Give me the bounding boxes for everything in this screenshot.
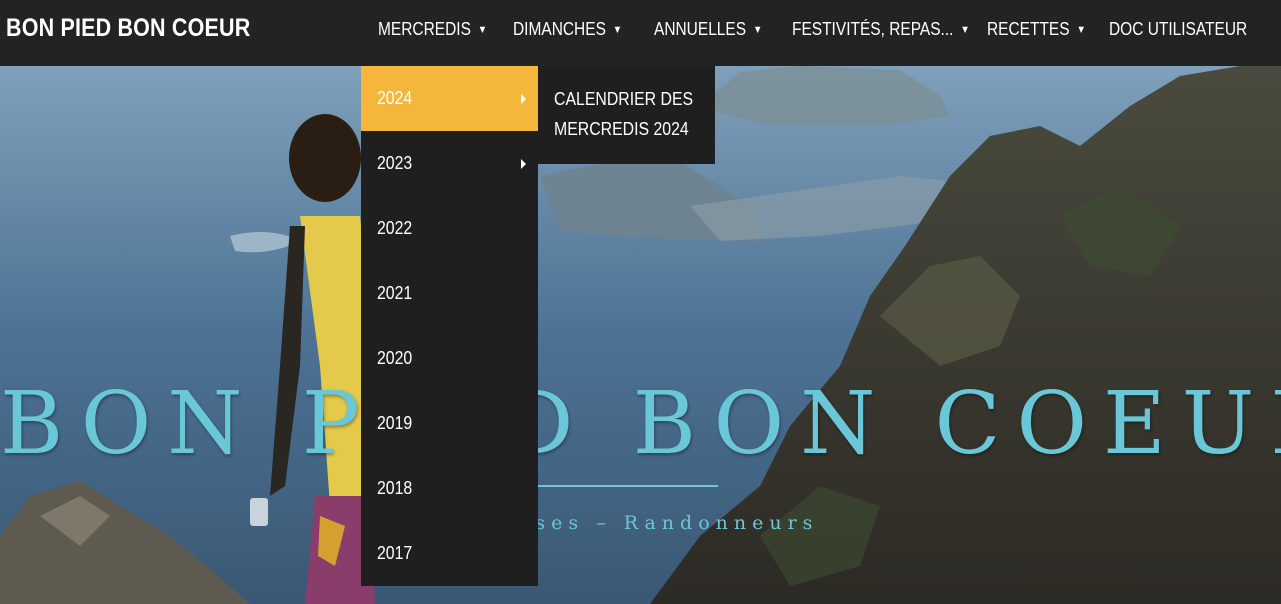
submenu-2024: CALENDRIER DES MERCREDIS 2024 bbox=[538, 66, 715, 164]
chevron-right-icon bbox=[521, 94, 526, 104]
menu-item-2022[interactable]: 2022 bbox=[361, 196, 538, 261]
menu-item-label: 2023 bbox=[377, 153, 413, 173]
hero-divider bbox=[534, 485, 718, 487]
nav-annuelles-label: ANNUELLES bbox=[654, 19, 747, 39]
chevron-down-icon: ▼ bbox=[477, 24, 488, 36]
chevron-down-icon: ▼ bbox=[612, 24, 623, 36]
menu-item-2020[interactable]: 2020 bbox=[361, 326, 538, 391]
menu-item-2021[interactable]: 2021 bbox=[361, 261, 538, 326]
nav-doc-utilisateur[interactable]: DOC UTILISATEUR bbox=[1109, 19, 1247, 40]
hero-title: BON PIED BON COEUR bbox=[0, 374, 1281, 474]
menu-item-label: 2017 bbox=[377, 543, 413, 563]
site-brand-link[interactable]: BON PIED BON COEUR bbox=[6, 14, 250, 43]
menu-item-label: 2021 bbox=[377, 283, 413, 303]
submenu-item-calendrier-2024[interactable]: CALENDRIER DES MERCREDIS 2024 bbox=[554, 84, 695, 144]
menu-item-label: 2020 bbox=[377, 348, 413, 368]
menu-item-2018[interactable]: 2018 bbox=[361, 456, 538, 521]
hero-subtitle: Randonneuses – Randonneurs bbox=[371, 512, 819, 534]
menu-item-2017[interactable]: 2017 bbox=[361, 521, 538, 586]
nav-recettes[interactable]: RECETTES ▼ bbox=[987, 19, 1086, 40]
menu-item-2024[interactable]: 2024 bbox=[361, 66, 538, 131]
mercredis-dropdown-menu: 2024 2023 2022 2021 2020 2019 2018 2017 bbox=[361, 66, 538, 586]
nav-mercredis-label: MERCREDIS bbox=[378, 19, 471, 39]
nav-doc-utilisateur-label: DOC UTILISATEUR bbox=[1109, 19, 1248, 39]
chevron-down-icon: ▼ bbox=[1076, 24, 1086, 36]
nav-mercredis[interactable]: MERCREDIS ▼ bbox=[378, 19, 487, 40]
menu-item-label: 2018 bbox=[377, 478, 413, 498]
nav-dimanches-label: DIMANCHES bbox=[513, 19, 606, 39]
nav-dimanches[interactable]: DIMANCHES ▼ bbox=[513, 19, 622, 40]
chevron-down-icon: ▼ bbox=[752, 24, 763, 36]
nav-annuelles[interactable]: ANNUELLES ▼ bbox=[654, 19, 762, 40]
menu-item-2023[interactable]: 2023 bbox=[361, 131, 538, 196]
menu-item-label: 2019 bbox=[377, 413, 413, 433]
menu-item-2019[interactable]: 2019 bbox=[361, 391, 538, 456]
chevron-right-icon bbox=[521, 159, 526, 169]
menu-item-label: 2024 bbox=[377, 88, 413, 108]
nav-festivites[interactable]: FESTIVITÉS, REPAS... ▼ bbox=[792, 19, 970, 40]
nav-recettes-label: RECETTES bbox=[987, 19, 1070, 39]
nav-festivites-label: FESTIVITÉS, REPAS... bbox=[792, 19, 954, 39]
top-navigation-bar: BON PIED BON COEUR MERCREDIS ▼ DIMANCHES ▼… bbox=[0, 0, 1281, 66]
chevron-down-icon: ▼ bbox=[960, 24, 970, 36]
menu-item-label: 2022 bbox=[377, 218, 413, 238]
